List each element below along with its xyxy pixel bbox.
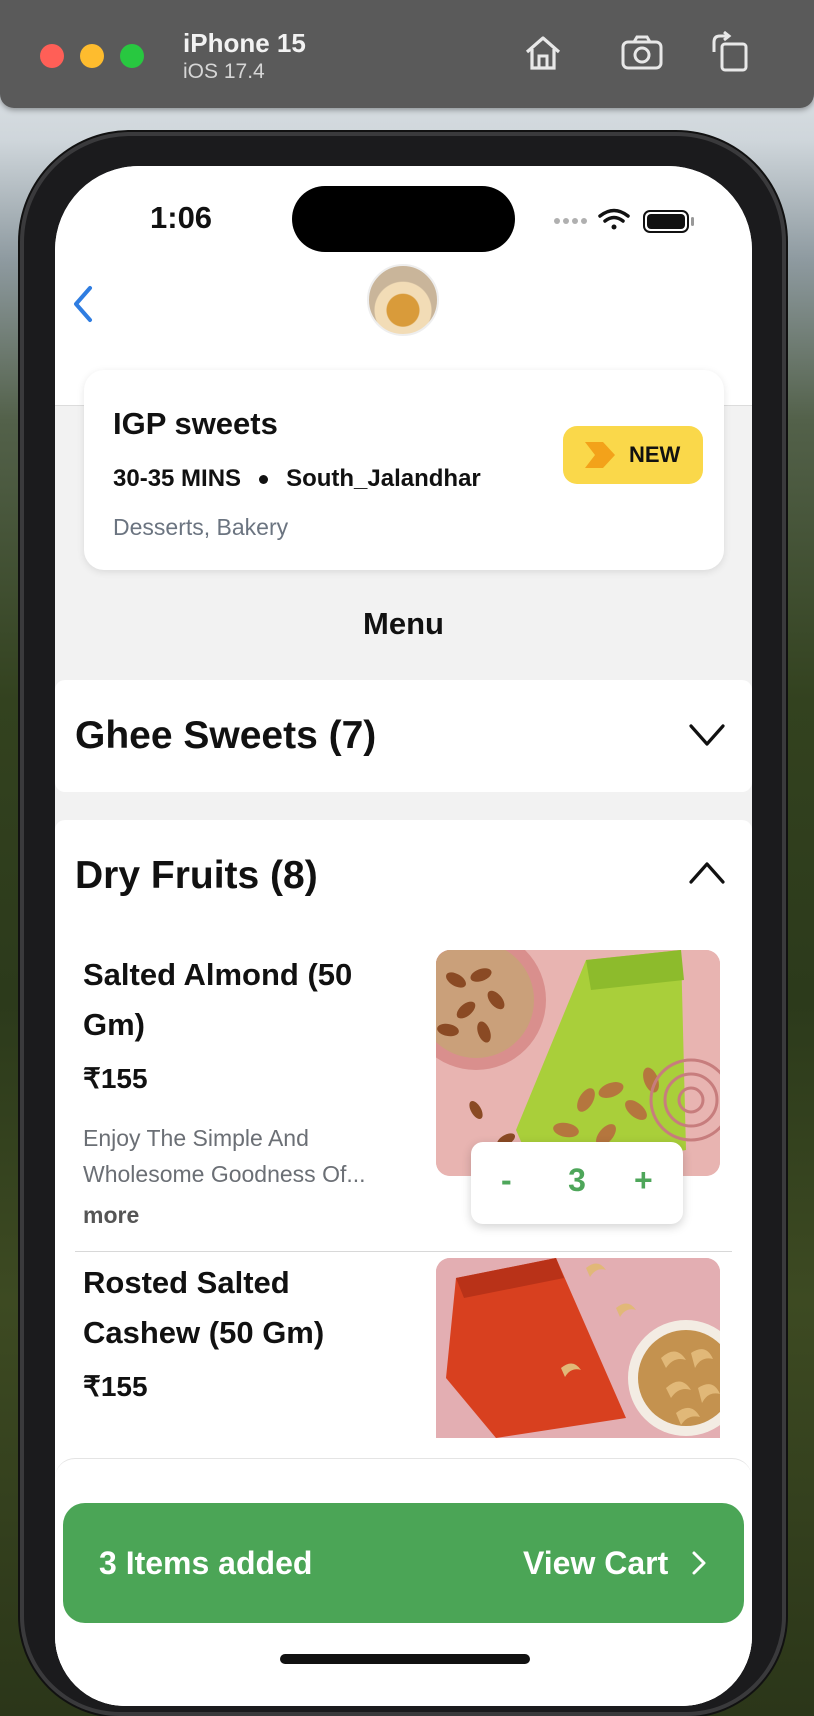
chevron-up-icon[interactable] (687, 858, 727, 888)
menu-item[interactable]: Salted Almond (50 Gm) ₹155 Enjoy The Sim… (75, 950, 732, 1252)
bottom-cart-bar: 3 Items added View Cart (55, 1458, 752, 1706)
item-name: Salted Almond (50 Gm) (83, 957, 353, 1042)
item-image-cashews[interactable] (436, 1258, 720, 1438)
item-price: ₹155 (83, 1371, 148, 1402)
simulator-toolbar: iPhone 15 iOS 17.4 (0, 0, 814, 108)
delivery-time: 30-35 MINS (113, 465, 242, 492)
chevron-right-icon (692, 1551, 706, 1575)
new-badge-label: NEW (629, 442, 681, 467)
separator-dot (259, 475, 269, 485)
more-link[interactable]: more (83, 1202, 139, 1229)
wifi-icon (598, 208, 630, 230)
item-price: ₹155 (83, 1063, 148, 1094)
restaurant-meta: 30-35 MINS South_Jalandhar (113, 465, 481, 493)
device-name: iPhone 15 (183, 28, 306, 58)
close-window-button[interactable] (40, 44, 64, 68)
item-description: Enjoy The Simple And Wholesome Goodness … (83, 1125, 366, 1187)
dynamic-island (292, 186, 515, 252)
quantity-value: 3 (568, 1162, 586, 1198)
view-cart-label: View Cart (523, 1545, 669, 1581)
arrow-tag-icon (585, 442, 615, 468)
category-title: Dry Fruits (8) (75, 854, 318, 897)
menu-heading: Menu (363, 606, 444, 641)
category-title: Ghee Sweets (7) (75, 714, 377, 757)
app-screen: 1:06 IGP sweets 30-35 MINS South_Jalandh… (55, 166, 752, 1706)
new-badge: NEW (563, 426, 703, 484)
restaurant-cuisines: Desserts, Bakery (113, 514, 289, 540)
cart-items-count: 3 Items added (99, 1545, 313, 1581)
restaurant-name: IGP sweets (113, 406, 278, 441)
category-ghee-sweets[interactable]: Ghee Sweets (7) (55, 680, 752, 792)
rotate-icon[interactable] (708, 30, 754, 76)
zoom-window-button[interactable] (120, 44, 144, 68)
restaurant-location: South_Jalandhar (286, 465, 481, 492)
cashew-product-photo (436, 1258, 720, 1438)
item-name: Rosted Salted Cashew (50 Gm) (83, 1265, 325, 1350)
status-icons (554, 208, 694, 233)
increment-button[interactable]: + (634, 1162, 653, 1199)
chevron-down-icon[interactable] (687, 720, 727, 750)
os-version: iOS 17.4 (183, 60, 265, 83)
minimize-window-button[interactable] (80, 44, 104, 68)
decrement-button[interactable]: - (501, 1162, 512, 1199)
signal-icon (554, 218, 587, 224)
restaurant-info-card: IGP sweets 30-35 MINS South_Jalandhar Des… (84, 370, 724, 570)
restaurant-avatar (367, 264, 439, 336)
view-cart-button[interactable]: 3 Items added View Cart (63, 1503, 744, 1623)
status-bar: 1:06 (55, 166, 752, 260)
battery-icon (643, 210, 694, 233)
quantity-stepper[interactable]: - 3 + (471, 1142, 683, 1224)
home-icon[interactable] (520, 30, 566, 76)
status-time: 1:06 (150, 200, 213, 235)
home-indicator[interactable] (280, 1654, 530, 1664)
screenshot-icon[interactable] (619, 30, 665, 76)
back-chevron-icon[interactable] (63, 278, 103, 330)
